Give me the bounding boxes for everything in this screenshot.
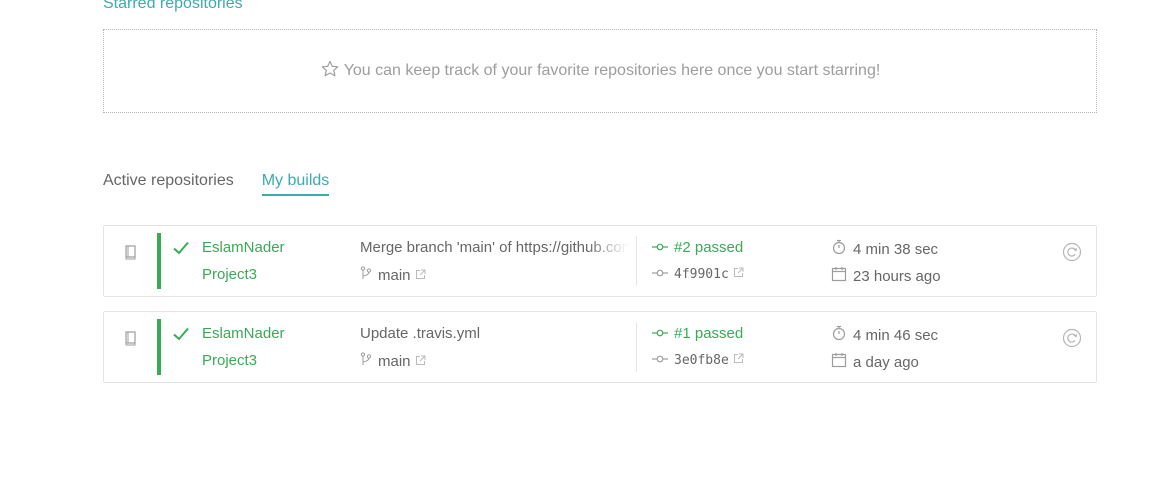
commit-node-icon <box>652 239 668 256</box>
build-duration: 4 min 38 sec <box>831 239 938 259</box>
commit-node-icon <box>652 353 668 368</box>
starred-empty-message: You can keep track of your favorite repo… <box>343 62 881 79</box>
repo-icon <box>124 330 138 351</box>
build-tabs: Active repositories My builds <box>103 172 357 196</box>
star-icon <box>320 59 344 84</box>
column-divider <box>636 322 637 372</box>
commit-link[interactable]: 3e0fb8e <box>652 353 744 368</box>
check-icon <box>172 239 190 262</box>
starred-empty-box: You can keep track of your favorite repo… <box>103 29 1097 113</box>
commit-node-icon <box>652 325 668 342</box>
repo-owner-link[interactable]: EslamNader <box>202 325 285 342</box>
build-status-stripe <box>157 233 161 289</box>
duration-text: 4 min 38 sec <box>853 240 939 258</box>
commit-message: Update .travis.yml <box>360 325 481 342</box>
external-link-icon <box>415 353 426 370</box>
commit-node-icon <box>652 267 668 282</box>
build-row[interactable]: EslamNader Project3 Merge branch 'main' … <box>103 225 1097 297</box>
build-status-stripe <box>157 319 161 375</box>
build-finished: a day ago <box>831 352 919 372</box>
repo-name-link[interactable]: Project3 <box>202 352 257 369</box>
external-link-icon <box>733 267 744 282</box>
build-status-link[interactable]: #2 passed <box>652 239 743 256</box>
calendar-icon <box>831 352 847 372</box>
finished-text: a day ago <box>853 353 919 371</box>
finished-text: 23 hours ago <box>853 267 941 285</box>
stopwatch-icon <box>831 325 847 345</box>
branch-name: main <box>378 352 411 370</box>
duration-text: 4 min 46 sec <box>853 326 939 344</box>
build-finished: 23 hours ago <box>831 266 941 286</box>
build-status-link[interactable]: #1 passed <box>652 325 743 342</box>
commit-link[interactable]: 4f9901c <box>652 267 744 282</box>
repo-name-link[interactable]: Project3 <box>202 266 257 283</box>
branch-name: main <box>378 266 411 284</box>
commit-sha: 4f9901c <box>674 267 729 282</box>
tab-active-repositories[interactable]: Active repositories <box>103 172 234 196</box>
branch-icon <box>360 352 372 370</box>
build-duration: 4 min 46 sec <box>831 325 938 345</box>
calendar-icon <box>831 266 847 286</box>
branch-icon <box>360 266 372 284</box>
check-icon <box>172 325 190 348</box>
restart-build-icon[interactable] <box>1062 328 1082 353</box>
column-divider <box>636 236 637 286</box>
repo-icon <box>124 244 138 265</box>
build-status: #2 passed <box>674 239 744 256</box>
stopwatch-icon <box>831 239 847 259</box>
branch-link[interactable]: main <box>360 352 426 370</box>
external-link-icon <box>415 267 426 284</box>
external-link-icon <box>733 353 744 368</box>
starred-repositories-heading[interactable]: Starred repositories <box>103 0 243 14</box>
commit-message: Merge branch 'main' of https://github.co… <box>360 239 628 256</box>
build-status: #1 passed <box>674 325 744 342</box>
commit-sha: 3e0fb8e <box>674 353 729 368</box>
build-row[interactable]: EslamNader Project3 Update .travis.yml m… <box>103 311 1097 383</box>
restart-build-icon[interactable] <box>1062 242 1082 267</box>
branch-link[interactable]: main <box>360 266 426 284</box>
repo-owner-link[interactable]: EslamNader <box>202 239 285 256</box>
tab-my-builds[interactable]: My builds <box>261 172 330 196</box>
